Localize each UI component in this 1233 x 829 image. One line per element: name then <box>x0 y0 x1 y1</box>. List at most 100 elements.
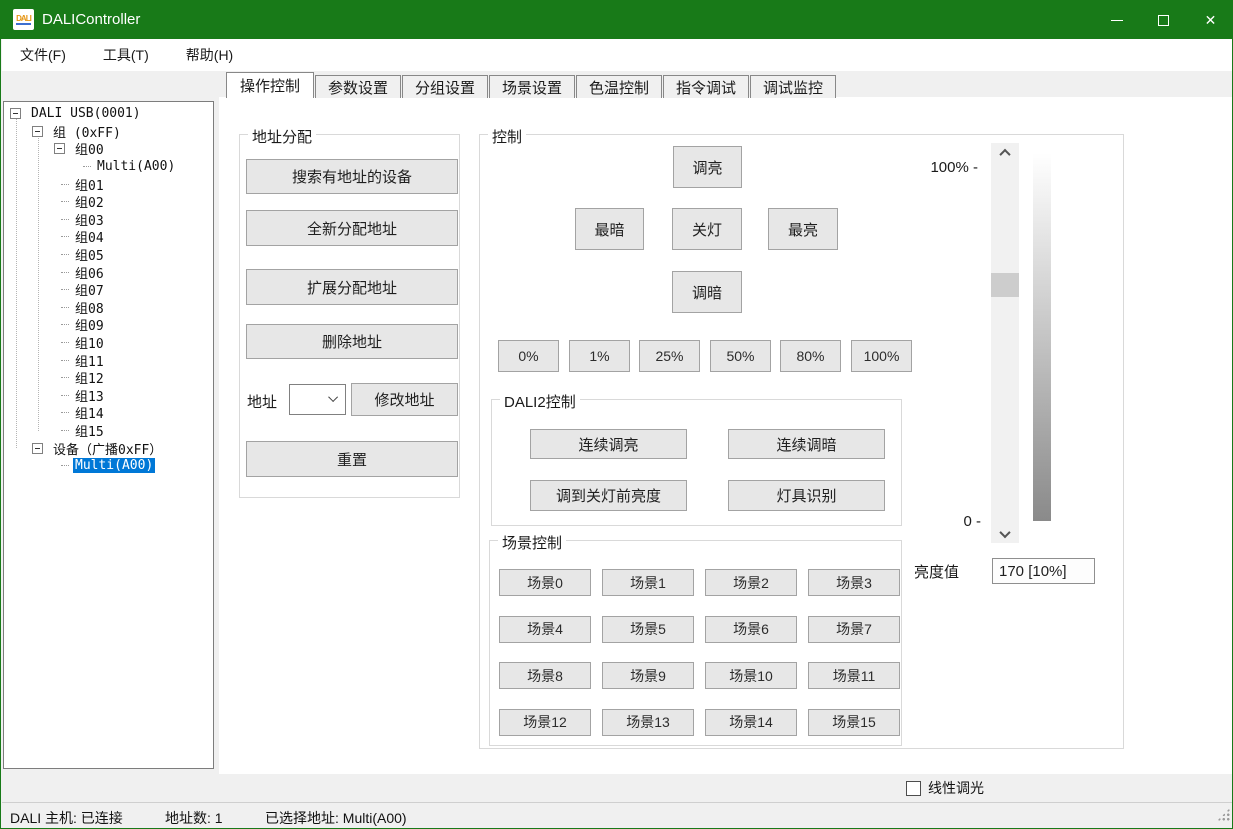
tree-item-group15[interactable]: 组15 <box>73 421 106 440</box>
linear-dimming-label[interactable]: 线性调光 <box>928 778 984 798</box>
minimize-button[interactable] <box>1093 1 1140 39</box>
scene-10-button[interactable]: 场景10 <box>705 662 797 689</box>
scene-12-button[interactable]: 场景12 <box>499 709 591 736</box>
menu-tools[interactable]: 工具(T) <box>89 39 163 71</box>
dim-up-button[interactable]: 调亮 <box>673 146 742 188</box>
status-address-count: 地址数: 1 <box>165 808 223 828</box>
tab-parameter-settings[interactable]: 参数设置 <box>315 75 401 98</box>
tree-item-group13[interactable]: 组13 <box>73 386 106 405</box>
tree-item-group-root[interactable]: 组 (0xFF) <box>51 122 123 141</box>
slider-min-label: 0 - <box>941 513 981 530</box>
delete-address-button[interactable]: 删除地址 <box>246 324 458 359</box>
continuous-brighten-button[interactable]: 连续调亮 <box>530 429 687 459</box>
percent-100-button[interactable]: 100% <box>851 340 912 372</box>
percent-1-button[interactable]: 1% <box>569 340 630 372</box>
reset-button[interactable]: 重置 <box>246 441 458 477</box>
tree-connector <box>61 395 69 396</box>
darkest-button[interactable]: 最暗 <box>575 208 644 250</box>
percent-25-button[interactable]: 25% <box>639 340 700 372</box>
tree-item-group00[interactable]: 组00 <box>73 139 106 158</box>
modify-address-button[interactable]: 修改地址 <box>351 383 458 416</box>
assign-new-address-button[interactable]: 全新分配地址 <box>246 210 458 246</box>
continuous-dim-button[interactable]: 连续调暗 <box>728 429 885 459</box>
scene-14-button[interactable]: 场景14 <box>705 709 797 736</box>
scene-11-button[interactable]: 场景11 <box>808 662 900 689</box>
restore-pre-off-level-button[interactable]: 调到关灯前亮度 <box>530 480 687 511</box>
linear-dimming-checkbox[interactable] <box>906 781 921 796</box>
resize-grip[interactable] <box>1217 808 1230 821</box>
close-button[interactable]: ✕ <box>1187 1 1233 39</box>
device-tree: DALI USB(0001) 组 (0xFF) 组00 Multi(A00) 组… <box>3 101 214 769</box>
dim-down-button[interactable]: 调暗 <box>672 271 742 313</box>
tree-item-group10[interactable]: 组10 <box>73 333 106 352</box>
control-group-title: 控制 <box>488 126 526 147</box>
tree-item-group02[interactable]: 组02 <box>73 192 106 211</box>
percent-50-button[interactable]: 50% <box>710 340 771 372</box>
scene-1-button[interactable]: 场景1 <box>602 569 694 596</box>
luminaire-identify-button[interactable]: 灯具识别 <box>728 480 885 511</box>
brightness-value-field[interactable]: 170 [10%] <box>992 558 1095 584</box>
tree-collapse-icon[interactable] <box>10 108 21 119</box>
tab-color-temp-control[interactable]: 色温控制 <box>576 75 662 98</box>
tree-collapse-icon[interactable] <box>54 143 65 154</box>
tab-group-settings[interactable]: 分组设置 <box>402 75 488 98</box>
scroll-down-button[interactable] <box>991 524 1019 543</box>
tree-item-dali-usb[interactable]: DALI USB(0001) <box>29 106 143 121</box>
tree-item-multi-a00[interactable]: Multi(A00) <box>95 159 177 174</box>
tree-collapse-icon[interactable] <box>32 443 43 454</box>
tree-item-group11[interactable]: 组11 <box>73 351 106 370</box>
tree-connector <box>61 360 69 361</box>
scene-5-button[interactable]: 场景5 <box>602 616 694 643</box>
close-icon: ✕ <box>1205 13 1217 27</box>
address-select[interactable] <box>289 384 346 415</box>
tab-operation-control[interactable]: 操作控制 <box>226 72 314 98</box>
tree-connector <box>61 184 69 185</box>
brightness-gradient-bar <box>1033 153 1051 521</box>
tree-item-group05[interactable]: 组05 <box>73 245 106 264</box>
tree-item-group14[interactable]: 组14 <box>73 403 106 422</box>
brightness-scrollbar[interactable] <box>991 143 1019 543</box>
percent-80-button[interactable]: 80% <box>780 340 841 372</box>
brightest-button[interactable]: 最亮 <box>768 208 838 250</box>
tree-item-group01[interactable]: 组01 <box>73 175 106 194</box>
extend-assign-address-button[interactable]: 扩展分配地址 <box>246 269 458 305</box>
scene-15-button[interactable]: 场景15 <box>808 709 900 736</box>
scroll-up-button[interactable] <box>991 143 1019 162</box>
tab-scene-settings[interactable]: 场景设置 <box>489 75 575 98</box>
tree-item-group08[interactable]: 组08 <box>73 298 106 317</box>
tree-item-group06[interactable]: 组06 <box>73 263 106 282</box>
tree-item-device-broadcast[interactable]: 设备（广播0xFF） <box>51 439 164 458</box>
scene-8-button[interactable]: 场景8 <box>499 662 591 689</box>
scene-3-button[interactable]: 场景3 <box>808 569 900 596</box>
menu-file[interactable]: 文件(F) <box>6 39 80 71</box>
tree-item-group09[interactable]: 组09 <box>73 315 106 334</box>
tab-debug-monitor[interactable]: 调试监控 <box>750 75 836 98</box>
light-off-button[interactable]: 关灯 <box>672 208 742 250</box>
maximize-button[interactable] <box>1140 1 1187 39</box>
tree-item-multi-a00-selected[interactable]: Multi(A00) <box>73 458 155 473</box>
scene-4-button[interactable]: 场景4 <box>499 616 591 643</box>
scene-7-button[interactable]: 场景7 <box>808 616 900 643</box>
status-bar: DALI 主机: 已连接 地址数: 1 已选择地址: Multi(A00) <box>2 802 1233 829</box>
tree-item-group07[interactable]: 组07 <box>73 280 106 299</box>
tree-connector <box>61 289 69 290</box>
tree-guide-line <box>16 116 17 448</box>
tab-command-debug[interactable]: 指令调试 <box>663 75 749 98</box>
menu-help[interactable]: 帮助(H) <box>172 39 247 71</box>
scene-group-title: 场景控制 <box>498 532 566 553</box>
scene-13-button[interactable]: 场景13 <box>602 709 694 736</box>
address-label: 地址 <box>247 391 277 412</box>
tree-item-group04[interactable]: 组04 <box>73 227 106 246</box>
tree-item-group12[interactable]: 组12 <box>73 368 106 387</box>
scene-0-button[interactable]: 场景0 <box>499 569 591 596</box>
scrollbar-thumb[interactable] <box>991 273 1019 297</box>
scene-2-button[interactable]: 场景2 <box>705 569 797 596</box>
scene-9-button[interactable]: 场景9 <box>602 662 694 689</box>
tree-connector <box>83 166 91 167</box>
tree-collapse-icon[interactable] <box>32 126 43 137</box>
app-icon: DALI <box>13 9 34 30</box>
search-addressed-devices-button[interactable]: 搜索有地址的设备 <box>246 159 458 194</box>
tree-item-group03[interactable]: 组03 <box>73 210 106 229</box>
scene-6-button[interactable]: 场景6 <box>705 616 797 643</box>
percent-0-button[interactable]: 0% <box>498 340 559 372</box>
